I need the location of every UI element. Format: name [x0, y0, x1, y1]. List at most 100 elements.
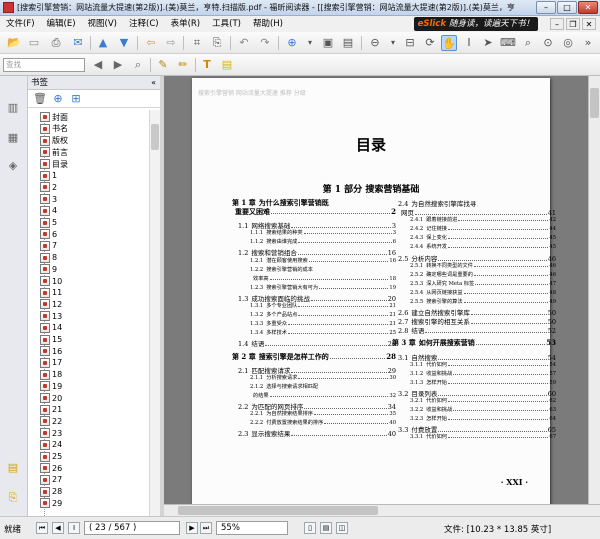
hand-tool-icon[interactable]: ✋ [441, 35, 457, 51]
facing-icon[interactable]: ◫ [336, 522, 348, 534]
bookmark-item[interactable]: 17 [40, 357, 62, 369]
next-page-button[interactable]: ▶ [186, 522, 198, 534]
find-icon[interactable]: ⌕ [520, 35, 536, 51]
bookmark-item[interactable]: 15 [40, 334, 62, 345]
bookmark-item[interactable]: 1 [40, 170, 57, 182]
bookmark-item[interactable]: 11 [40, 287, 62, 299]
zoom-in-icon[interactable]: ⊕ [284, 35, 300, 51]
prev-page-button[interactable]: ◀ [52, 522, 64, 534]
bookmark-item[interactable]: 19 [40, 381, 62, 392]
menu-form[interactable]: 表单(R) [165, 16, 207, 32]
zoom-out-icon[interactable]: ⊖ [367, 35, 383, 51]
first-page-button[interactable]: ⏮ [36, 522, 48, 534]
single-page-icon[interactable]: ▯ [304, 522, 316, 534]
bookmarks-tab-icon[interactable]: ▥ [5, 100, 21, 116]
document-horizontal-scrollbar[interactable] [164, 504, 600, 516]
fit-page-icon[interactable]: ⊟ [402, 35, 418, 51]
redo-icon[interactable]: ↷ [257, 35, 273, 51]
attachments-tab-icon[interactable]: ⎘ [5, 490, 21, 506]
search-options-icon[interactable]: ⌕ [130, 57, 146, 73]
bookmark-item[interactable]: 9 [40, 264, 57, 275]
new-bookmark-icon[interactable]: ⊕ [50, 91, 66, 107]
fit-width-icon[interactable]: ▤ [340, 35, 356, 51]
magnifier-icon[interactable]: ⊙ [540, 35, 556, 51]
bookmark-item[interactable]: 29 [40, 498, 62, 509]
forward-icon[interactable]: ⇨ [163, 35, 179, 51]
last-page-button[interactable]: ⏭ [200, 522, 212, 534]
bookmark-item[interactable]: 4 [40, 205, 57, 217]
highlight-icon[interactable]: ✎ [155, 57, 171, 73]
loupe-icon[interactable]: ◎ [560, 35, 576, 51]
layers-tab-icon[interactable]: ◈ [5, 158, 21, 174]
save-icon[interactable]: ▭ [26, 35, 42, 51]
bookmark-item[interactable]: 21 [40, 404, 62, 416]
bookmark-item[interactable]: 版权 [40, 135, 68, 146]
bookmark-item[interactable]: 封面 [40, 112, 68, 123]
document-canvas[interactable]: 搜索引擎营销 网站流量大提速 推荐 分级 目录 第 1 部分 搜索营销基础 第 … [164, 76, 600, 516]
open-icon[interactable]: 📂 [6, 35, 22, 51]
snapshot-icon[interactable]: ⌗ [189, 35, 205, 51]
collapse-panel-button[interactable]: « [151, 76, 156, 90]
print-icon[interactable]: ⎙ [48, 35, 64, 51]
close-button[interactable]: ✕ [578, 1, 598, 14]
bookmark-item[interactable]: 5 [40, 217, 57, 228]
email-icon[interactable]: ✉ [70, 35, 86, 51]
document-vertical-scrollbar[interactable] [588, 76, 600, 504]
bookmark-item[interactable]: 22 [40, 416, 62, 427]
search-input[interactable]: 查找 [3, 58, 85, 72]
bookmark-item[interactable]: 前言 [40, 147, 68, 158]
bookmark-item[interactable]: 24 [40, 439, 62, 451]
doc-restore-button[interactable]: ❐ [566, 18, 580, 30]
doc-close-button[interactable]: ✕ [582, 18, 596, 30]
comments-tab-icon[interactable]: ▤ [5, 460, 21, 476]
bookmark-item[interactable]: 12 [40, 299, 62, 310]
actual-size-icon[interactable]: ▣ [320, 35, 336, 51]
delete-bookmark-icon[interactable]: 🗑 [32, 91, 48, 107]
bookmark-item[interactable]: 26 [40, 463, 62, 474]
more-tools-icon[interactable]: » [580, 35, 596, 51]
menu-file[interactable]: 文件(F) [0, 16, 41, 32]
bookmark-item[interactable]: 7 [40, 240, 57, 252]
promo-banner[interactable]: eSlick 随身读，读遍天下书！ [413, 17, 538, 31]
note-icon[interactable]: ▤ [219, 57, 235, 73]
search-next-icon[interactable]: ▶ [110, 57, 126, 73]
undo-icon[interactable]: ↶ [236, 35, 252, 51]
bookmark-item[interactable]: 20 [40, 393, 62, 404]
menu-view[interactable]: 视图(V) [82, 16, 123, 32]
back-icon[interactable]: ⇦ [143, 35, 159, 51]
expand-bookmark-icon[interactable]: ⊞ [68, 91, 84, 107]
doc-minimize-button[interactable]: – [550, 18, 564, 30]
bookmark-item[interactable]: 23 [40, 428, 62, 439]
maximize-button[interactable]: □ [557, 1, 577, 14]
bookmark-item[interactable]: 14 [40, 322, 62, 334]
menu-help[interactable]: 帮助(H) [247, 16, 289, 32]
menu-tools[interactable]: 工具(T) [206, 16, 247, 32]
bookmark-item[interactable]: 8 [40, 252, 57, 263]
zoom-select[interactable]: 55% [216, 521, 288, 535]
continuous-icon[interactable]: ▤ [320, 522, 332, 534]
pencil-icon[interactable]: ✏ [175, 57, 191, 73]
bookmark-item[interactable]: 目录 [40, 159, 68, 170]
prev-page-icon[interactable]: ▲ [95, 35, 111, 51]
bookmark-item[interactable]: 27 [40, 474, 62, 486]
zoom-dropdown-icon[interactable]: ▾ [302, 35, 318, 51]
bookmark-item[interactable]: 6 [40, 229, 57, 240]
menu-edit[interactable]: 编辑(E) [41, 16, 82, 32]
bookmark-item[interactable]: 2 [40, 182, 57, 193]
zoom-out-dropdown-icon[interactable]: ▾ [385, 35, 401, 51]
search-prev-icon[interactable]: ◀ [90, 57, 106, 73]
bookmark-item[interactable]: 书名 [40, 123, 68, 135]
bookmark-item[interactable]: 16 [40, 346, 62, 357]
bookmark-item[interactable]: 13 [40, 311, 62, 322]
text-select-icon[interactable]: ⎘ [209, 35, 225, 51]
minimize-button[interactable]: – [536, 1, 556, 14]
bookmark-item[interactable]: 10 [40, 276, 62, 287]
bookmark-item[interactable]: 3 [40, 194, 57, 205]
pointer-icon[interactable]: ➤ [480, 35, 496, 51]
bookmark-item[interactable]: 28 [40, 486, 62, 497]
bookmark-item[interactable]: 18 [40, 369, 62, 380]
select-text-icon[interactable]: Ⅰ [461, 35, 477, 51]
next-page-icon[interactable]: ▼ [116, 35, 132, 51]
typewriter-icon[interactable]: ⌨ [500, 35, 516, 51]
pages-tab-icon[interactable]: ▦ [5, 130, 21, 146]
